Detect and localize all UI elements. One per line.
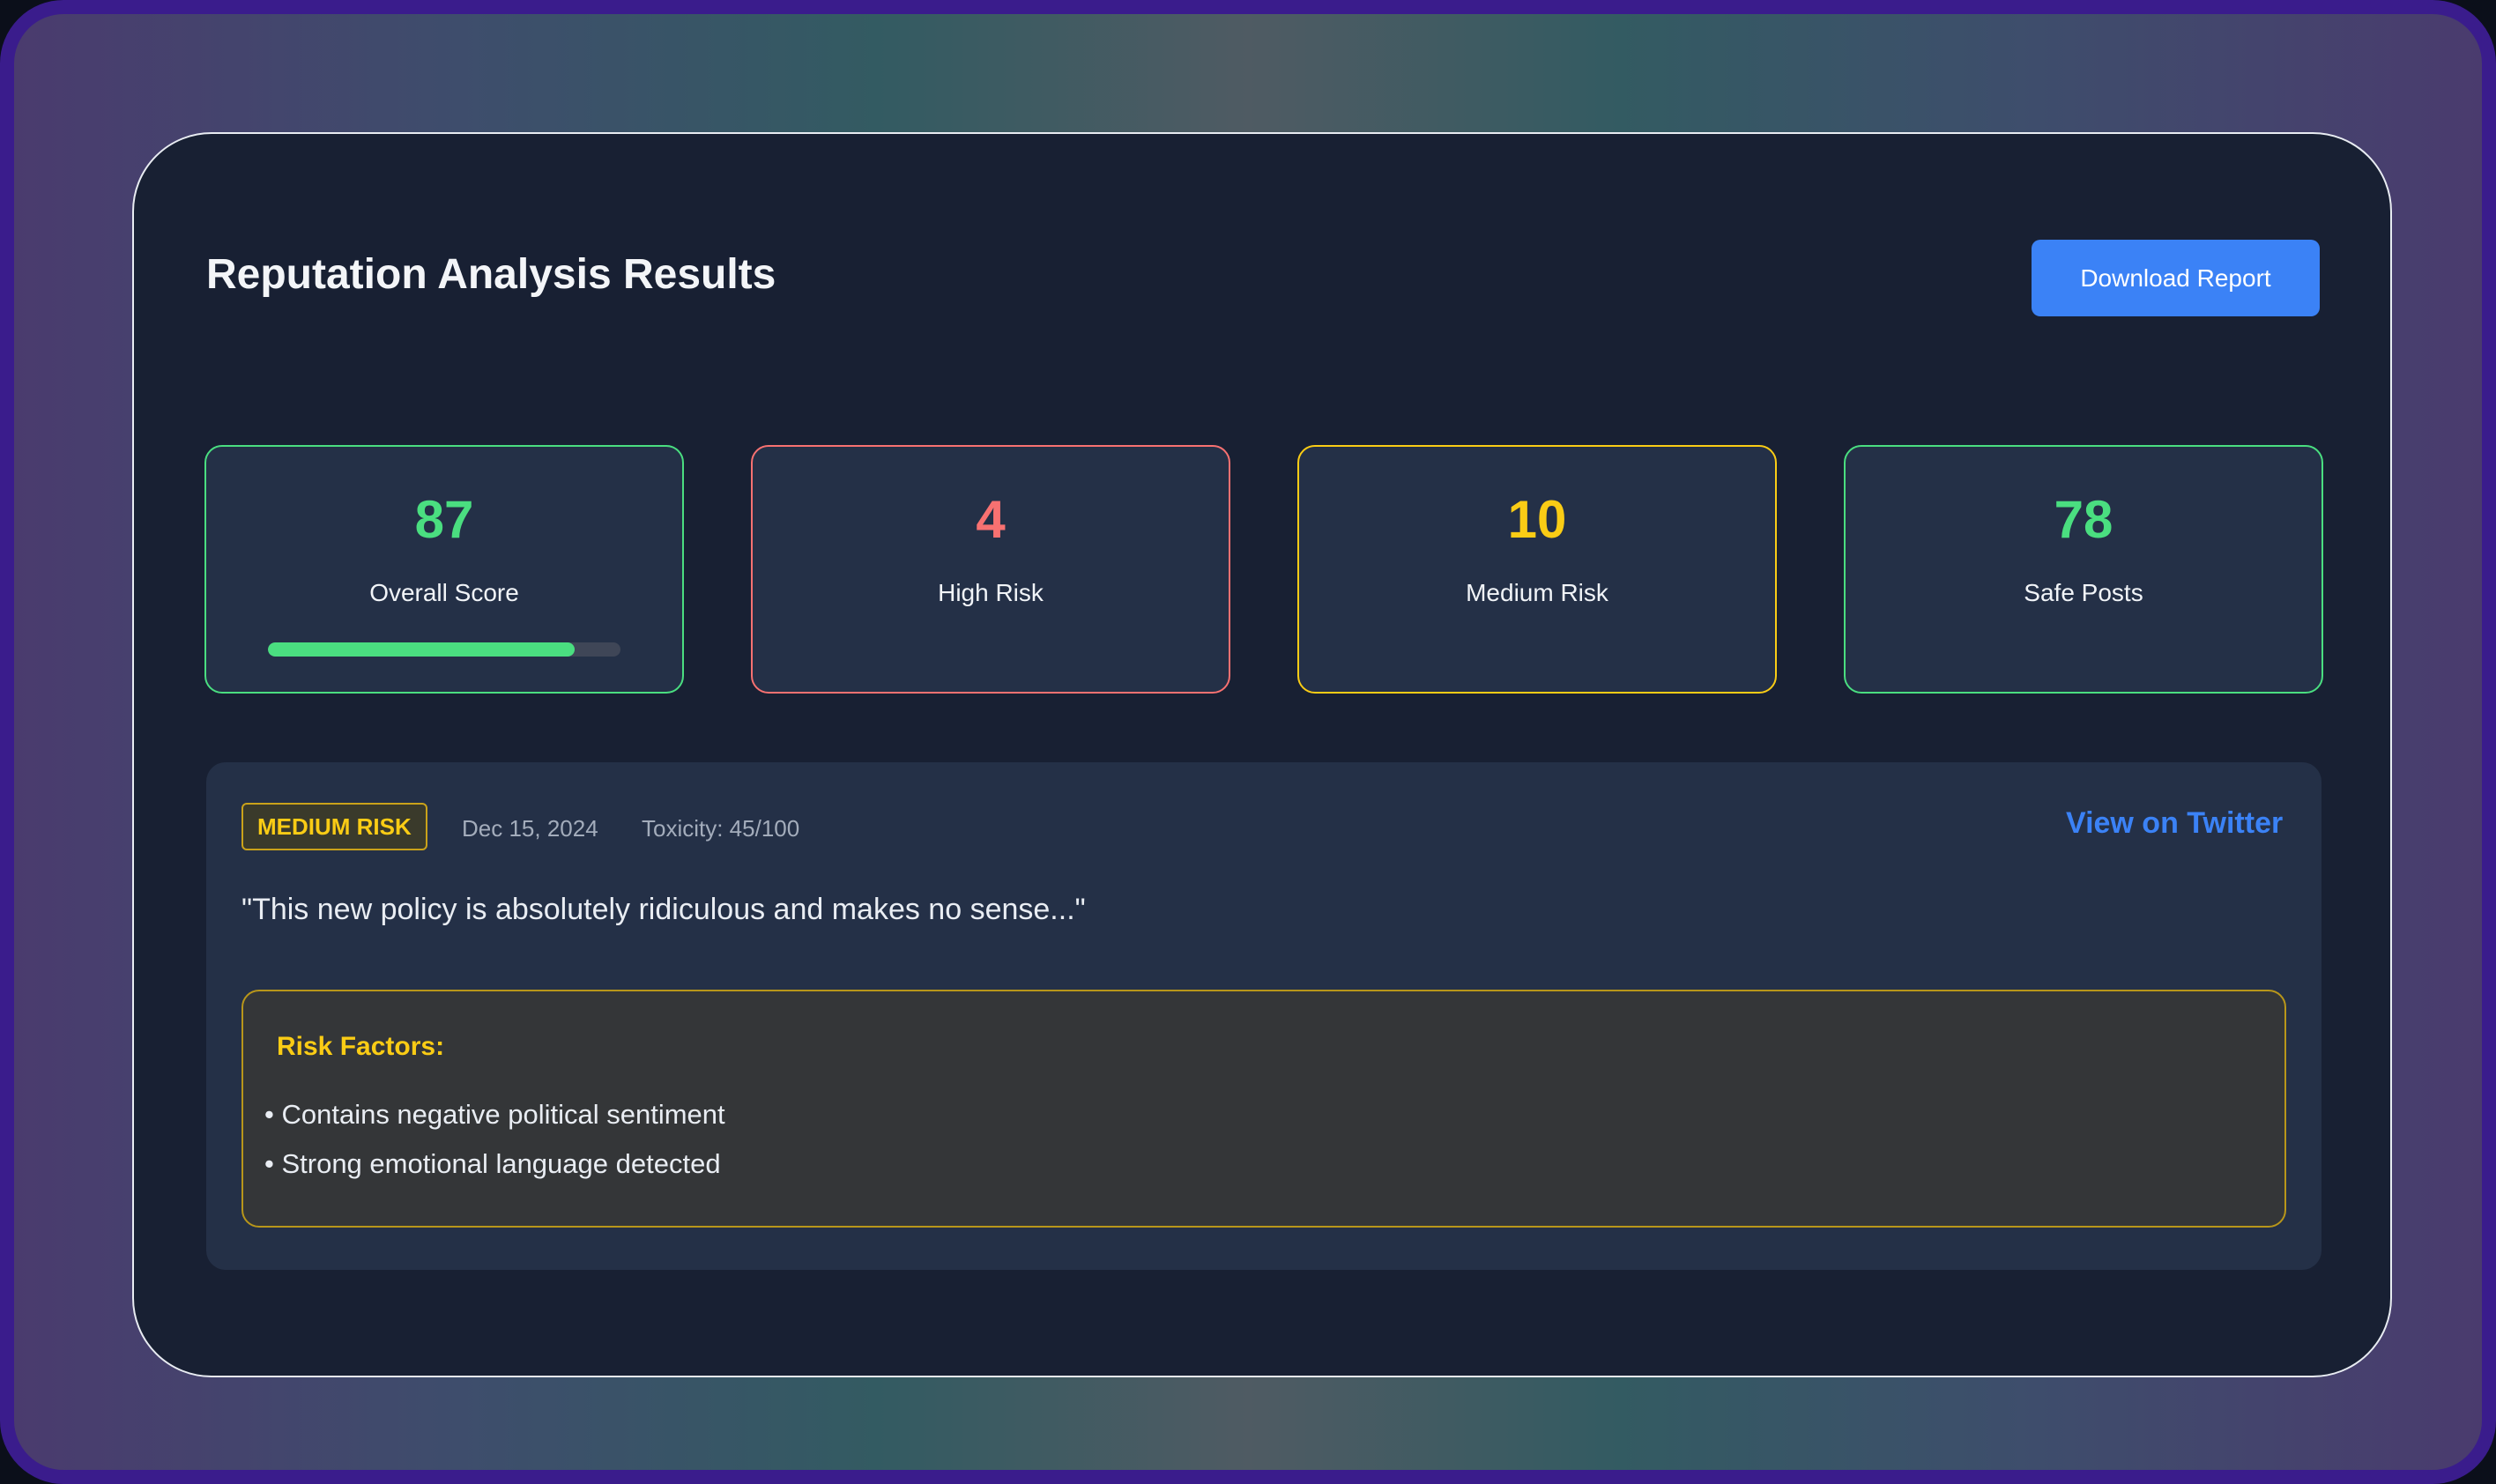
post-card: MEDIUM RISK Dec 15, 2024 Toxicity: 45/10… [206,762,2321,1270]
overall-score-value: 87 [414,490,474,549]
high-risk-value: 4 [976,490,1006,549]
app-frame: Reputation Analysis Results Download Rep… [0,0,2496,1484]
risk-factors-title: Risk Factors: [277,1032,445,1061]
toxicity-score: Toxicity: 45/100 [642,815,800,842]
risk-level-badge: MEDIUM RISK [241,803,427,850]
view-on-twitter-link[interactable]: View on Twitter [2066,806,2283,841]
safe-posts-value: 78 [2054,490,2113,549]
overall-score-progress-fill [268,642,575,657]
safe-posts-label: Safe Posts [2024,579,2143,606]
risk-factor-item: • Contains negative political sentiment [264,1099,725,1130]
download-report-button[interactable]: Download Report [2032,240,2320,316]
post-quote: "This new policy is absolutely ridiculou… [241,893,1086,926]
post-date: Dec 15, 2024 [462,815,598,842]
stat-card-high-risk: 4 High Risk [751,445,1230,694]
results-card: Reputation Analysis Results Download Rep… [132,132,2392,1377]
high-risk-label: High Risk [938,579,1044,606]
stat-card-medium-risk: 10 Medium Risk [1297,445,1777,694]
risk-factors-list: • Contains negative political sentiment … [264,1090,725,1189]
medium-risk-value: 10 [1507,490,1567,549]
page-title: Reputation Analysis Results [206,251,776,298]
stat-card-overall-score: 87 Overall Score [204,445,684,694]
overall-score-label: Overall Score [369,579,519,606]
stat-card-safe-posts: 78 Safe Posts [1844,445,2323,694]
overall-score-progress [268,642,620,657]
medium-risk-label: Medium Risk [1466,579,1608,606]
risk-factors-panel: Risk Factors: • Contains negative politi… [241,990,2286,1228]
risk-factor-item: • Strong emotional language detected [264,1148,721,1179]
